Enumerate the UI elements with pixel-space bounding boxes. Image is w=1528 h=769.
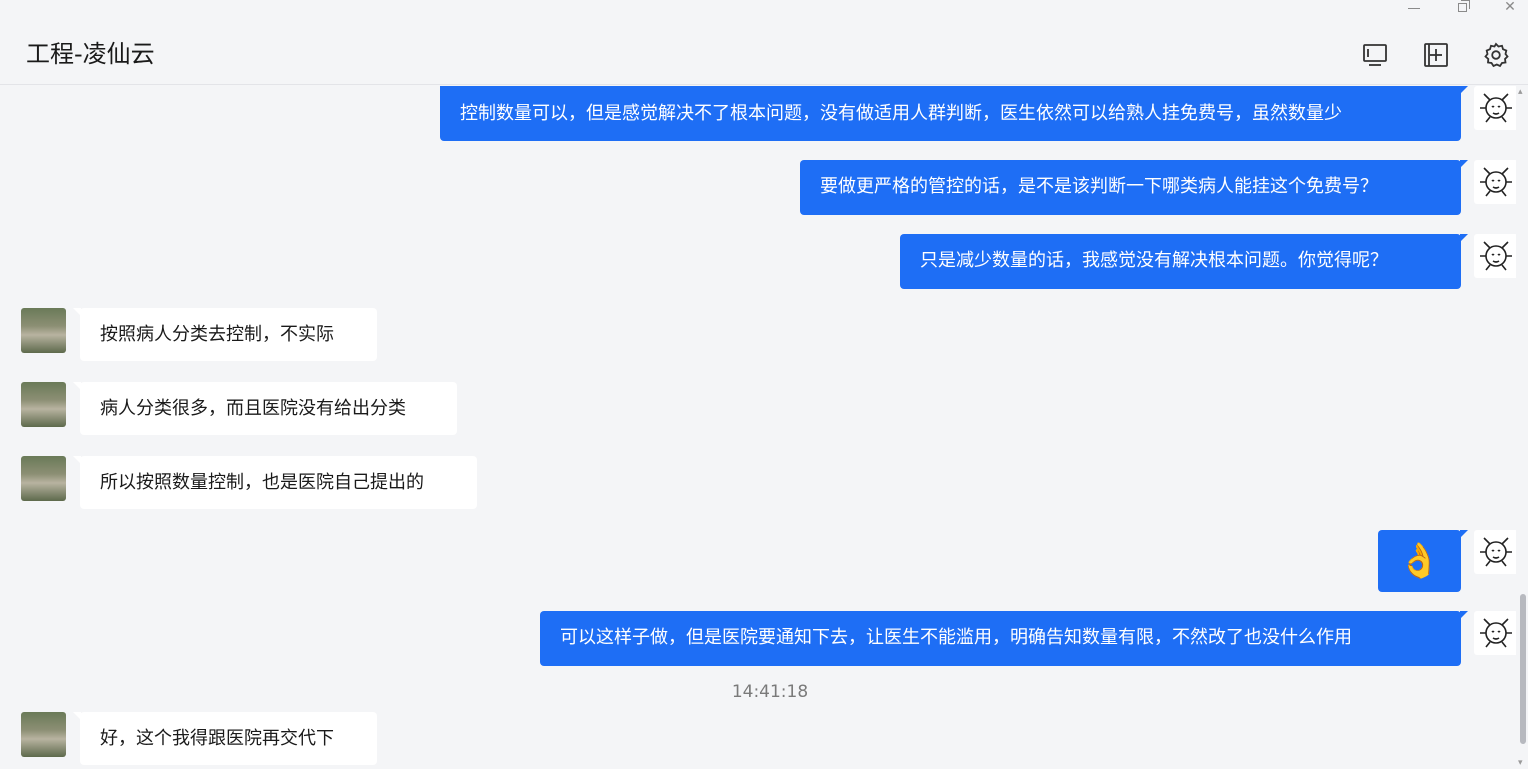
scroll-up-icon[interactable]: ▴ (1518, 88, 1526, 97)
message-text: 控制数量可以，但是感觉解决不了根本问题，没有做适用人群判断，医生依然可以给熟人挂… (460, 103, 1342, 124)
contact-avatar[interactable] (21, 382, 66, 427)
message-timestamp: 14:41:18 (731, 682, 809, 702)
add-window-icon[interactable] (1423, 42, 1449, 68)
message-text: 病人分类很多，而且医院没有给出分类 (100, 398, 406, 419)
message-bubble-self[interactable]: 可以这样子做，但是医院要通知下去，让医生不能滥用，明确告知数量有限，不然改了也没… (540, 611, 1468, 666)
gear-icon[interactable] (1483, 42, 1509, 68)
message-text: 按照病人分类去控制，不实际 (100, 324, 334, 345)
message-text: 只是减少数量的话，我感觉没有解决根本问题。你觉得呢？ (920, 250, 1388, 271)
screen-share-icon[interactable] (1362, 42, 1388, 68)
scrollbar-thumb[interactable] (1520, 594, 1526, 744)
message-bubble-self[interactable]: 要做更严格的管控的话，是不是该判断一下哪类病人能挂这个免费号？ (800, 160, 1468, 215)
self-avatar[interactable] (1474, 86, 1516, 130)
chat-scrollbar[interactable]: ▴ ▾ (1516, 86, 1528, 769)
message-bubble-other[interactable]: 好，这个我得跟医院再交代下 (73, 712, 377, 765)
message-bubble-other[interactable]: 病人分类很多，而且医院没有给出分类 (73, 382, 457, 435)
chat-header: 工程-凌仙云 (0, 0, 1528, 85)
message-bubble-other[interactable]: 按照病人分类去控制，不实际 (73, 308, 377, 361)
ok-hand-emoji: 👌 (1398, 541, 1441, 581)
contact-avatar[interactable] (21, 308, 66, 353)
self-avatar[interactable] (1474, 611, 1516, 655)
message-bubble-self[interactable]: 只是减少数量的话，我感觉没有解决根本问题。你觉得呢？ (900, 234, 1468, 289)
message-text: 可以这样子做，但是医院要通知下去，让医生不能滥用，明确告知数量有限，不然改了也没… (560, 627, 1352, 648)
message-bubble-self[interactable]: 控制数量可以，但是感觉解决不了根本问题，没有做适用人群判断，医生依然可以给熟人挂… (440, 86, 1468, 141)
message-text: 好，这个我得跟医院再交代下 (100, 728, 334, 749)
self-avatar[interactable] (1474, 160, 1516, 204)
contact-avatar[interactable] (21, 712, 66, 757)
message-text: 要做更严格的管控的话，是不是该判断一下哪类病人能挂这个免费号？ (820, 176, 1378, 197)
message-bubble-other[interactable]: 所以按照数量控制，也是医院自己提出的 (73, 456, 477, 509)
message-bubble-self-emoji[interactable]: 👌 (1378, 530, 1468, 592)
scroll-down-icon[interactable]: ▾ (1518, 759, 1526, 768)
self-avatar[interactable] (1474, 234, 1516, 278)
contact-avatar[interactable] (21, 456, 66, 501)
chat-title: 工程-凌仙云 (26, 40, 155, 68)
chat-messages: 控制数量可以，但是感觉解决不了根本问题，没有做适用人群判断，医生依然可以给熟人挂… (0, 86, 1516, 769)
message-text: 所以按照数量控制，也是医院自己提出的 (100, 472, 424, 493)
self-avatar[interactable] (1474, 530, 1516, 574)
